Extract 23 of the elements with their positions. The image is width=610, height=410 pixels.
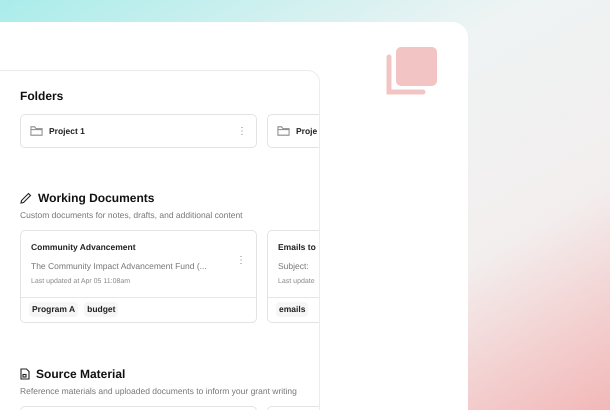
folder-icon: [30, 125, 43, 137]
section-subtitle: Reference materials and uploaded documents to inform your grant writing: [20, 384, 298, 398]
folder-icon: [277, 125, 290, 137]
pencil-icon: [20, 192, 32, 204]
document-title: Emails to: [278, 240, 317, 254]
copy-icon: [386, 47, 438, 96]
tag: budget: [84, 302, 118, 318]
folder-card[interactable]: Proje: [267, 114, 319, 148]
section-title: Source Material: [36, 366, 126, 383]
folder-card[interactable]: Project 1 ⋮: [20, 114, 257, 148]
folder-name: Proje: [296, 124, 318, 138]
document-excerpt: Subject:: [278, 260, 309, 272]
document-title: Community Advancement: [31, 240, 137, 254]
folder-name: Project 1: [49, 124, 86, 138]
section-title: Folders: [20, 88, 64, 104]
more-button[interactable]: ⋮: [237, 124, 247, 138]
section-subtitle: Custom documents for notes, drafts, and additional content: [20, 209, 244, 222]
section-title: Working Documents: [38, 190, 154, 207]
document-excerpt: The Community Impact Advancement Fund (...: [31, 260, 207, 272]
document-icon: [20, 368, 30, 380]
tag: Program A: [29, 302, 78, 318]
more-button[interactable]: ⋮: [236, 252, 246, 268]
tag: emails: [276, 302, 308, 318]
